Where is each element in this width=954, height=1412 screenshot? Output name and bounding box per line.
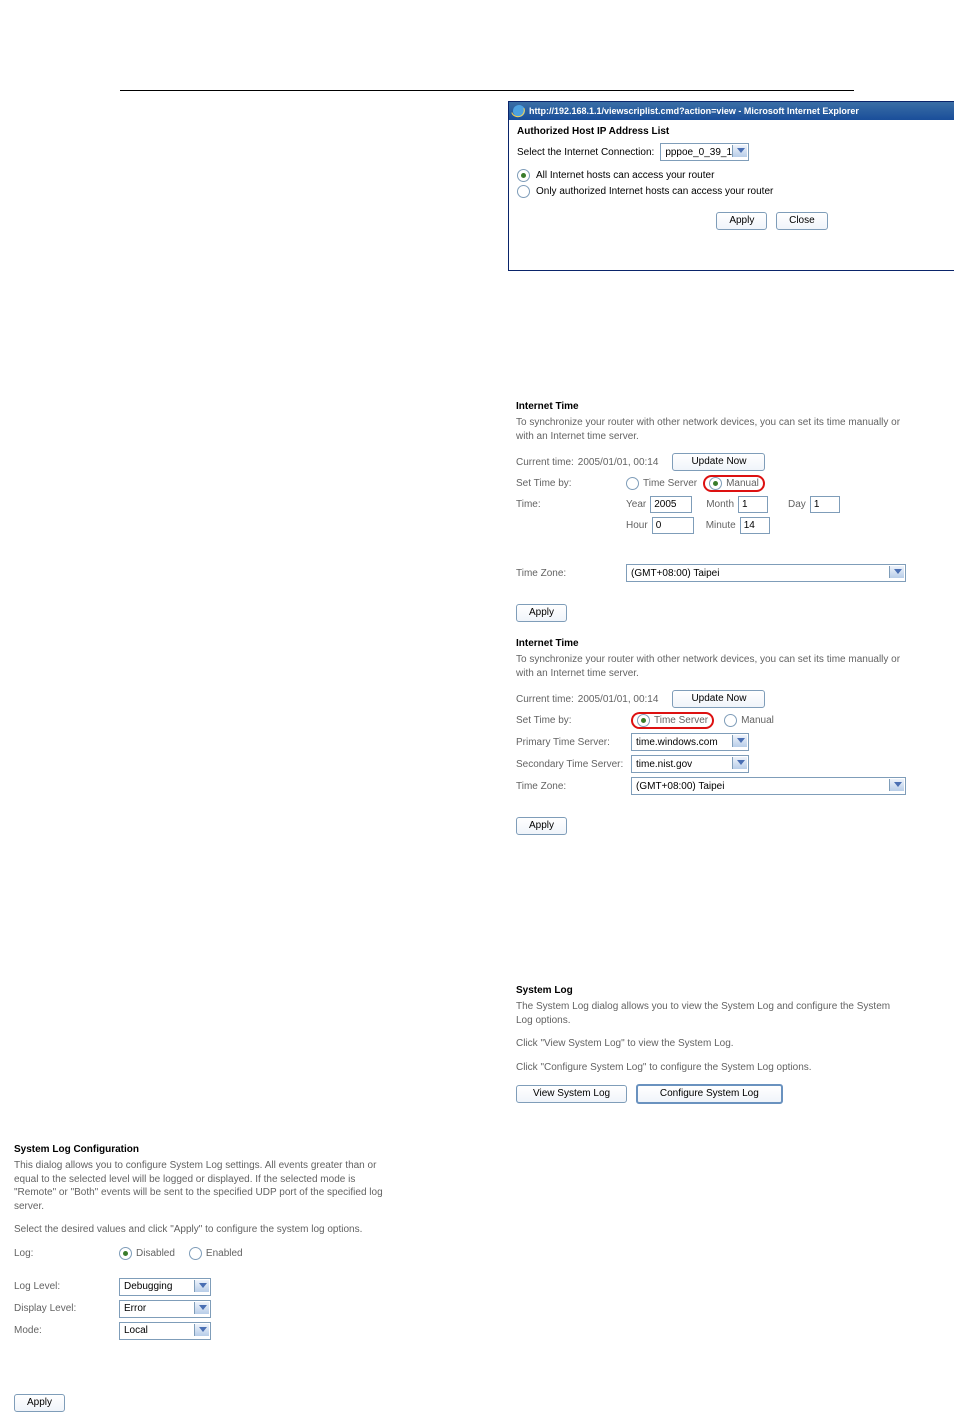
panel-heading: System Log [516,985,906,996]
minute-label: Minute [706,520,736,531]
display-level-label: Display Level: [14,1303,119,1314]
close-button-2[interactable]: Close [776,212,828,230]
radio-enabled-label: Enabled [206,1248,243,1259]
chevron-down-icon [199,1283,207,1288]
radio-all-hosts[interactable] [517,169,530,182]
timezone-select[interactable]: (GMT+08:00) Taipei [626,564,906,582]
timezone-label: Time Zone: [516,568,626,579]
panel-desc: This dialog allows you to configure Syst… [14,1159,384,1213]
radio-manual-label: Manual [726,478,759,489]
chevron-down-icon [894,782,902,787]
display-level-value: Error [124,1303,146,1314]
radio-manual[interactable] [724,714,737,727]
secondary-server-value: time.nist.gov [636,759,692,770]
apply-button[interactable]: Apply [14,1394,65,1412]
update-now-button[interactable]: Update Now [672,690,765,708]
system-log-config-panel: System Log Configuration This dialog all… [14,1144,384,1412]
secondary-server-label: Secondary Time Server: [516,759,631,770]
radio-authorized-hosts-label: Only authorized Internet hosts can acces… [536,186,773,197]
header-rule [120,90,854,91]
apply-button[interactable]: Apply [516,604,567,622]
ie-title: http://192.168.1.1/viewscriplist.cmd?act… [511,105,859,117]
log-level-label: Log Level: [14,1281,119,1292]
ie-title-text: http://192.168.1.1/viewscriplist.cmd?act… [529,106,859,116]
panel-heading: Internet Time [516,401,906,412]
panel-desc: To synchronize your router with other ne… [516,416,906,443]
panel-heading: Internet Time [516,638,906,649]
chevron-down-icon [199,1305,207,1310]
timezone-label: Time Zone: [516,781,631,792]
current-time-label: Current time: [516,457,574,468]
ie-window: http://192.168.1.1/viewscriplist.cmd?act… [508,101,954,271]
internet-connection-select[interactable]: pppoe_0_39_1 [660,143,749,161]
set-time-label: Set Time by: [516,478,626,489]
timezone-value: (GMT+08:00) Taipei [636,781,724,792]
mode-select[interactable]: Local [119,1322,211,1340]
ie-heading: Authorized Host IP Address List [517,126,954,137]
minute-input[interactable]: 14 [740,517,770,534]
time-label: Time: [516,499,626,510]
year-label: Year [626,499,646,510]
primary-server-label: Primary Time Server: [516,737,631,748]
radio-enabled[interactable] [189,1247,202,1260]
primary-server-select[interactable]: time.windows.com [631,733,749,751]
mode-value: Local [124,1325,148,1336]
highlight-manual: Manual [703,475,765,492]
year-input[interactable]: 2005 [650,496,692,513]
current-time-value: 2005/01/01, 00:14 [578,694,659,705]
update-now-button[interactable]: Update Now [672,453,765,471]
system-log-panel: System Log The System Log dialog allows … [516,985,906,1104]
radio-manual[interactable] [709,477,722,490]
select-value: pppoe_0_39_1 [665,147,732,158]
day-input[interactable]: 1 [810,496,840,513]
secondary-server-select[interactable]: time.nist.gov [631,755,749,773]
chevron-down-icon [894,569,902,574]
radio-time-server-label: Time Server [643,478,697,489]
radio-authorized-hosts[interactable] [517,185,530,198]
apply-button[interactable]: Apply [716,212,767,230]
chevron-down-icon [737,738,745,743]
ie-select-label: Select the Internet Connection: [517,147,654,158]
hour-input[interactable]: 0 [652,517,694,534]
configure-system-log-button[interactable]: Configure System Log [636,1084,783,1104]
display-level-select[interactable]: Error [119,1300,211,1318]
chevron-down-icon [199,1327,207,1332]
panel-instr: Select the desired values and click "App… [14,1223,384,1237]
highlight-time-server: Time Server [631,712,714,729]
radio-manual-label: Manual [741,715,774,726]
internet-time-server-panel: Internet Time To synchronize your router… [516,638,906,835]
radio-all-hosts-label: All Internet hosts can access your route… [536,170,714,181]
month-label: Month [706,499,734,510]
mode-label: Mode: [14,1325,119,1336]
current-time-value: 2005/01/01, 00:14 [578,457,659,468]
timezone-select[interactable]: (GMT+08:00) Taipei [631,777,906,795]
ie-titlebar: http://192.168.1.1/viewscriplist.cmd?act… [509,102,954,120]
hour-label: Hour [626,520,648,531]
radio-time-server[interactable] [637,714,650,727]
primary-server-value: time.windows.com [636,737,718,748]
radio-time-server[interactable] [626,477,639,490]
log-level-value: Debugging [124,1281,172,1292]
ie-logo-icon [513,105,525,117]
set-time-label: Set Time by: [516,715,631,726]
chevron-down-icon [737,148,745,153]
radio-disabled-label: Disabled [136,1248,175,1259]
timezone-value: (GMT+08:00) Taipei [631,568,719,579]
panel-desc: To synchronize your router with other ne… [516,653,906,680]
chevron-down-icon [737,760,745,765]
internet-time-manual-panel: Internet Time To synchronize your router… [516,401,906,622]
radio-disabled[interactable] [119,1247,132,1260]
month-input[interactable]: 1 [738,496,768,513]
apply-button[interactable]: Apply [516,817,567,835]
log-level-select[interactable]: Debugging [119,1278,211,1296]
log-label: Log: [14,1248,119,1259]
current-time-label: Current time: [516,694,574,705]
syslog-line2: Click "Configure System Log" to configur… [516,1061,906,1075]
syslog-line1: Click "View System Log" to view the Syst… [516,1037,906,1051]
day-label: Day [788,499,806,510]
radio-time-server-label: Time Server [654,715,708,726]
panel-desc: The System Log dialog allows you to view… [516,1000,906,1027]
view-system-log-button[interactable]: View System Log [516,1085,627,1103]
panel-heading: System Log Configuration [14,1144,384,1155]
